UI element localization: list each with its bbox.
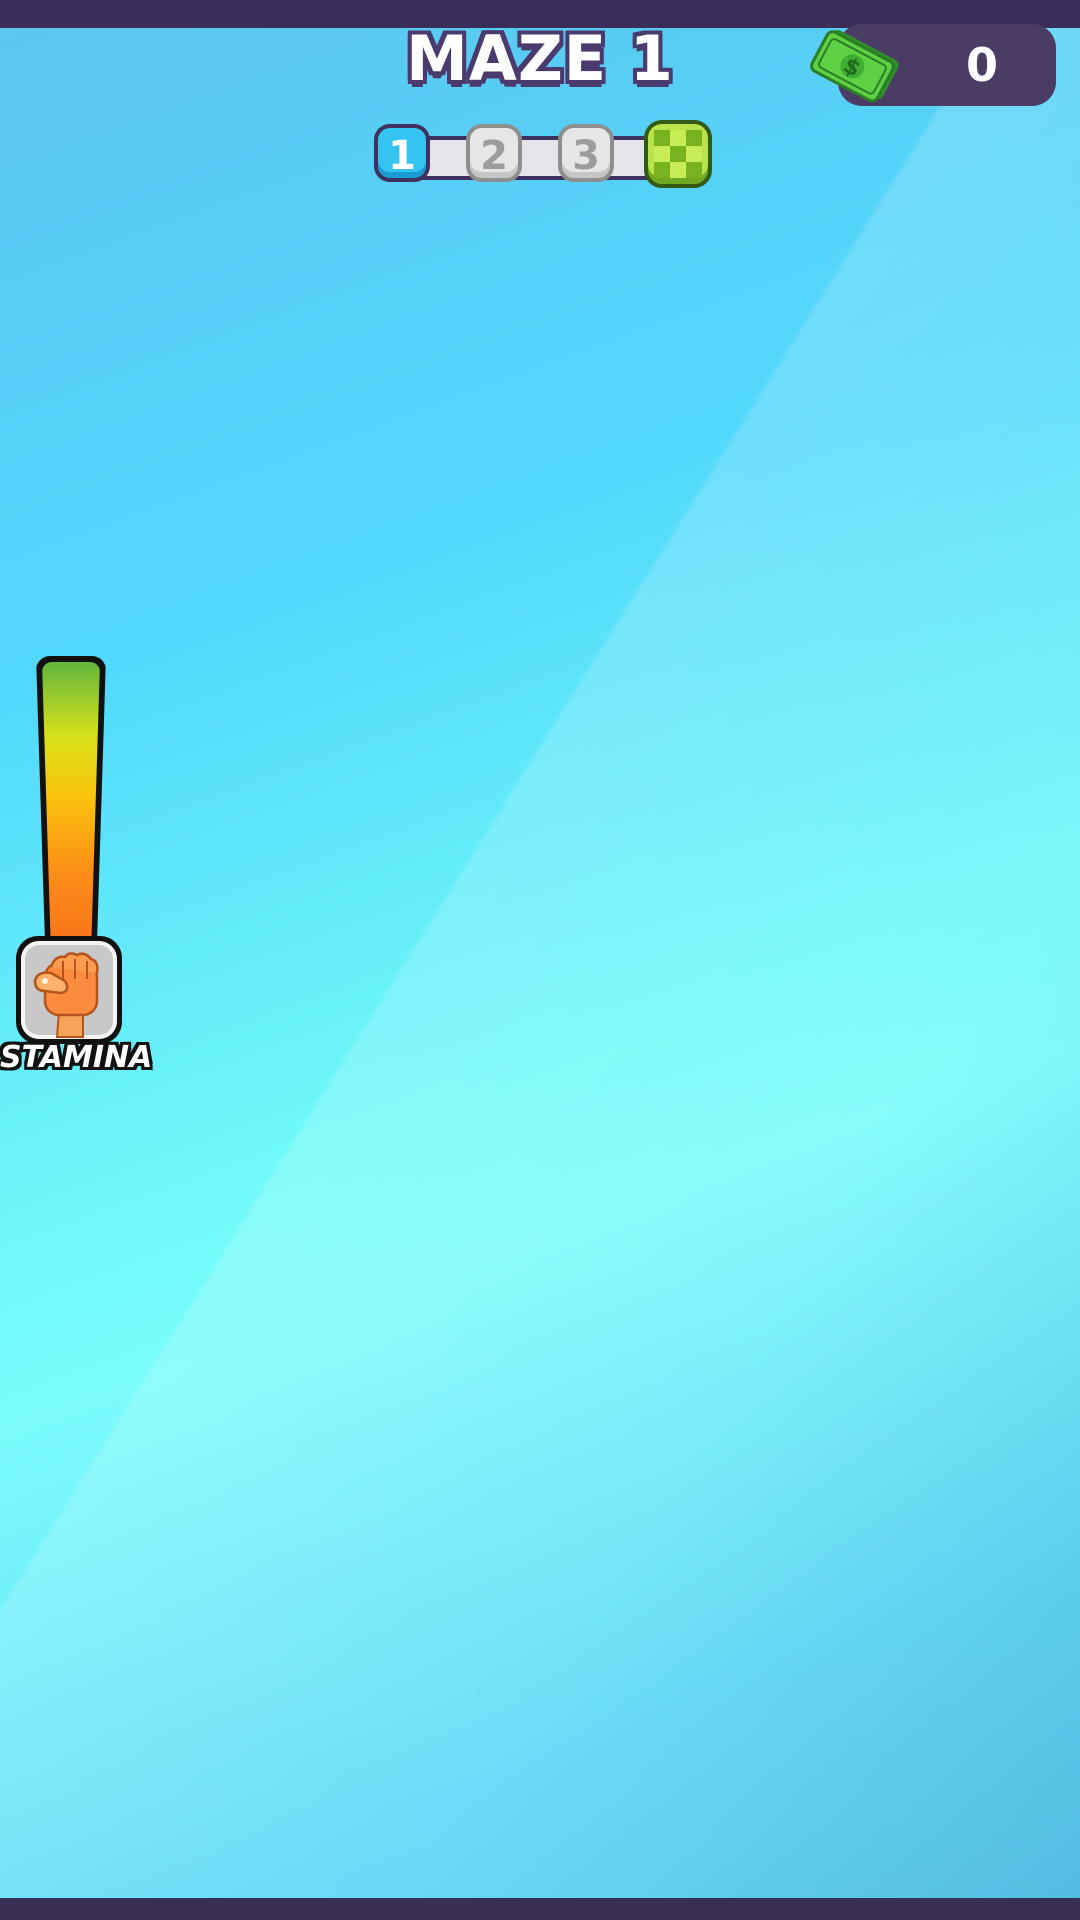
stamina-meter-fill (42, 662, 100, 962)
stage-progress-track (408, 136, 680, 180)
fist-icon (33, 952, 99, 1038)
stamina-badge (16, 936, 122, 1044)
cash-icon: $ (806, 26, 906, 106)
stage-2-marker: 2 (466, 124, 522, 182)
stage-3-marker: 3 (558, 124, 614, 182)
background-sheen (0, 0, 1080, 1920)
checkered-flag-icon (654, 130, 702, 178)
currency-value: 0 (965, 38, 998, 92)
stage-1-marker: 1 (374, 124, 430, 182)
finish-stage-marker (644, 120, 712, 188)
stamina-label: STAMINA (0, 1040, 153, 1075)
bottom-bar (0, 1898, 1080, 1920)
